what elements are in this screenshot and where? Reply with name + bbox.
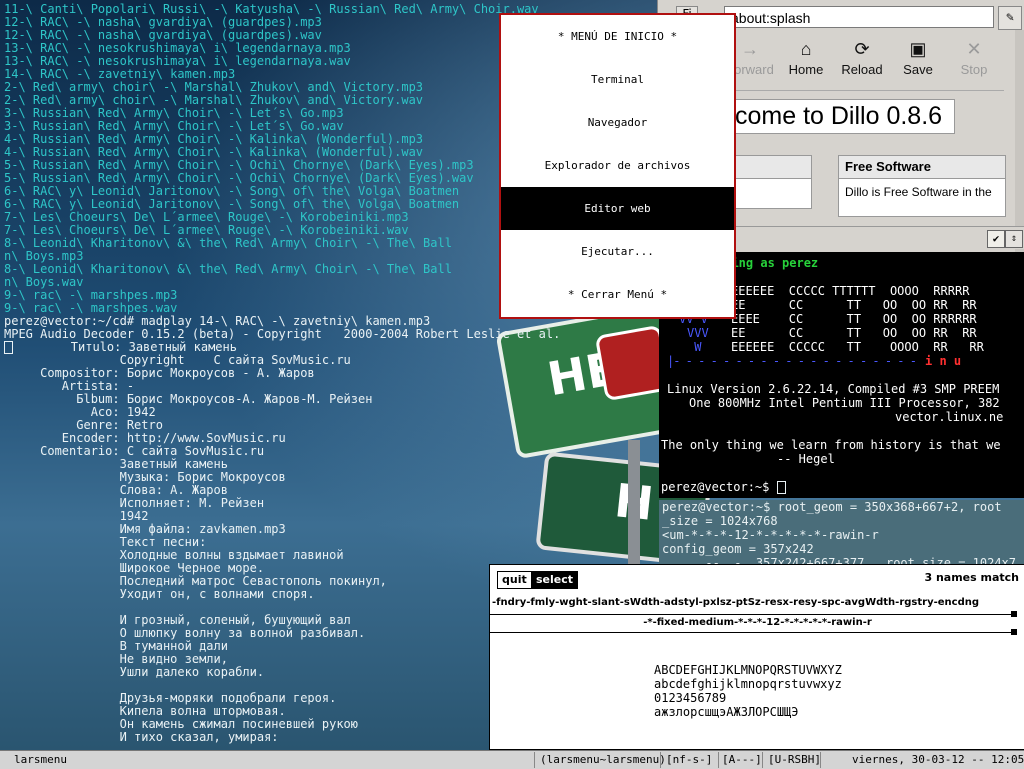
divider: [660, 752, 661, 768]
url-input[interactable]: about:splash: [724, 6, 994, 28]
select-button[interactable]: select: [531, 571, 579, 589]
toolbar-button-label: Home: [788, 62, 824, 77]
clock: viernes, 30-03-12 -- 12:05: [852, 753, 1024, 766]
selected-font-name: -*-fixed-medium-*-*-*-12-*-*-*-*-*-rawin…: [643, 617, 872, 628]
terminal-line: Исполняет: М. Рейзен: [4, 497, 265, 510]
banner-line: EE CC TT OO OO RR RR: [731, 326, 977, 340]
terminal-line: Музыка: Борис Мокроусов: [4, 471, 286, 484]
stop-button[interactable]: ✕ Stop: [948, 36, 1000, 82]
banner-linux-text: i n u: [925, 354, 962, 368]
terminal-line: Genre: Retro: [4, 419, 163, 432]
menu-item[interactable]: Explorador de archivos: [501, 144, 734, 187]
check-icon[interactable]: ✔: [987, 230, 1005, 248]
terminal-line: Бlbum: Борис Мокроусов-А. Жаров-М. Рейзе…: [4, 393, 373, 406]
terminal-line: Encoder: http://www.SovMusic.ru: [4, 432, 286, 445]
toolbar-button-label: Stop: [960, 62, 988, 77]
banner-v-line: W: [687, 340, 702, 354]
terminal-line: MPEG Audio Decoder 0.15.2 (beta) - Copyr…: [4, 328, 561, 341]
text-cursor: [4, 341, 13, 354]
home-button[interactable]: ⌂ Home: [780, 36, 832, 82]
menu-item[interactable]: Terminal: [501, 58, 734, 101]
banner-line: EEEEEE CCCCC TTTTTT OOOO RRRRR: [731, 284, 970, 298]
font-sample-line: ажзлорсшщэАЖЗЛОРСШЩЭ: [654, 705, 799, 719]
banner-line: EEEEEE CCCCC TT OOOO RR RR: [731, 340, 984, 354]
save-button[interactable]: ▣ Save: [892, 36, 944, 82]
toolbar-button-label: Save: [903, 62, 933, 77]
match-count: 3 names match: [924, 571, 1019, 584]
font-sample-text: ABCDEFGHIJKLMNOPQRSTUVWXYZ abcdefghijklmn…: [654, 663, 842, 719]
shell-prompt: perez@vector:~$: [661, 480, 786, 494]
terminal-line: Холодные волны вздымает лавиной: [4, 549, 344, 562]
divider: [718, 752, 719, 768]
terminal-line: Слова: А. Жаров: [4, 484, 228, 497]
terminal-line: Artista: -: [4, 380, 135, 393]
xterm-window-secondary[interactable]: perez@vector:~$ root_geom = 350x368+667+…: [659, 500, 1024, 568]
terminal-line: Имя файла: zavkamen.mp3: [4, 523, 286, 536]
welcome-heading: come to Dillo 0.8.6: [728, 99, 956, 134]
info-box-left: [728, 155, 812, 209]
quote-author: -- Hegel: [777, 452, 835, 466]
save-icon: ▣: [909, 39, 927, 59]
home-icon: ⌂: [800, 39, 812, 59]
free-software-title: Free Software: [839, 156, 1005, 179]
browser-page: come to Dillo 0.8.6 Free Software Dillo …: [728, 90, 1006, 226]
divider: [762, 752, 763, 768]
start-menu: * MENÚ DE INICIO * Terminal Navegador Expl…: [500, 14, 735, 318]
free-software-box: Free Software Dillo is Free Software in …: [838, 155, 1006, 217]
terminal-line: Aco: 1942: [4, 406, 156, 419]
text-cursor: [776, 481, 786, 494]
reload-icon: ⟳: [854, 39, 870, 59]
divider: [534, 752, 535, 768]
banner-v-line: VVV: [687, 326, 709, 340]
divider: [490, 614, 1012, 615]
scrollbar[interactable]: [1015, 30, 1024, 252]
font-sample-line: 0123456789: [654, 691, 727, 705]
window-flags-3: [U-RSBH]: [768, 753, 821, 766]
terminal-line: perez@vector:~$ root_geom = 350x368+667+…: [662, 500, 1002, 514]
banner-line: EE CC TT OO OO RR RR: [731, 298, 977, 312]
fullscreen-toggle-icon[interactable]: ⇕: [1005, 230, 1023, 248]
terminal-line: Comentario: С сайта SovMusic.ru: [4, 445, 265, 458]
terminal-line: <um-*-*-*-12-*-*-*-*-*-rawin-r: [662, 528, 879, 542]
menu-item[interactable]: Ejecutar...: [501, 230, 734, 273]
terminal-line: Титulo: Заветный камень: [4, 341, 664, 354]
stop-icon: ✕: [966, 39, 982, 59]
free-software-text: Dillo is Free Software in the: [845, 185, 992, 199]
window-manager-statusbar: larsmenu (larsmenu~larsmenu) [nf-s-] [A-…: [0, 750, 1024, 769]
font-sample-line: abcdefghijklmnopqrstuvwxyz: [654, 677, 842, 691]
font-sample-line: ABCDEFGHIJKLMNOPQRSTUVWXYZ: [654, 663, 842, 677]
menu-title: * MENÚ DE INICIO *: [557, 30, 678, 43]
banner-divider: |- - - - - - - - - - - - - - - - - - - -…: [667, 354, 921, 368]
toolbar-button-label: Reload: [841, 62, 883, 77]
menu-item[interactable]: Navegador: [501, 101, 734, 144]
xfontsel-window: quit select 3 names match -fndry-fmly-wg…: [489, 564, 1024, 750]
quote-line: The only thing we learn from history is …: [661, 438, 1001, 452]
terminal-line: Compositor: Борис Мокроусов - А. Жаров: [4, 367, 315, 380]
font-field-pattern[interactable]: -fndry-fmly-wght-slant-sWdth-adstyl-pxls…: [490, 597, 1024, 608]
menu-item[interactable]: * Cerrar Menú *: [501, 273, 734, 316]
window-title: (larsmenu~larsmenu): [540, 753, 666, 766]
divider: [820, 752, 821, 768]
menu-item[interactable]: Editor web: [501, 187, 734, 230]
reload-button[interactable]: ⟳ Reload: [836, 36, 888, 82]
browser-toolbar: → Forward ⌂ Home ⟳ Reload ▣ Save ✕ Stop: [724, 36, 1014, 82]
kernel-version-text: Linux Version 2.6.22.14, Compiled #3 SMP…: [667, 382, 1000, 396]
clear-url-button[interactable]: ✎: [998, 6, 1022, 30]
cpu-info-text: One 800MHz Intel Pentium III Processor, …: [689, 396, 1000, 410]
hostname-text: vector.linux.ne: [895, 410, 1004, 424]
window-flags-2: [A---]: [722, 753, 762, 766]
terminal-line: Copyright С сайта SovMusic.ru: [4, 354, 351, 367]
banner-line: EEEE CC TT OO OO RRRRRR: [731, 312, 977, 326]
terminal-line: config_geom = 357x242: [662, 542, 814, 556]
resize-handle[interactable]: [1011, 629, 1017, 635]
divider: [490, 632, 1012, 633]
window-flags-1: [nf-s-]: [666, 753, 713, 766]
active-window-label[interactable]: larsmenu: [14, 753, 67, 767]
terminal-line: 1942: [4, 510, 149, 523]
terminal-line: Текст песни:: [4, 536, 207, 549]
quit-button[interactable]: quit: [497, 571, 532, 589]
terminal-line: Заветный камень: [4, 458, 228, 471]
terminal-line: _size = 1024x768: [662, 514, 778, 528]
